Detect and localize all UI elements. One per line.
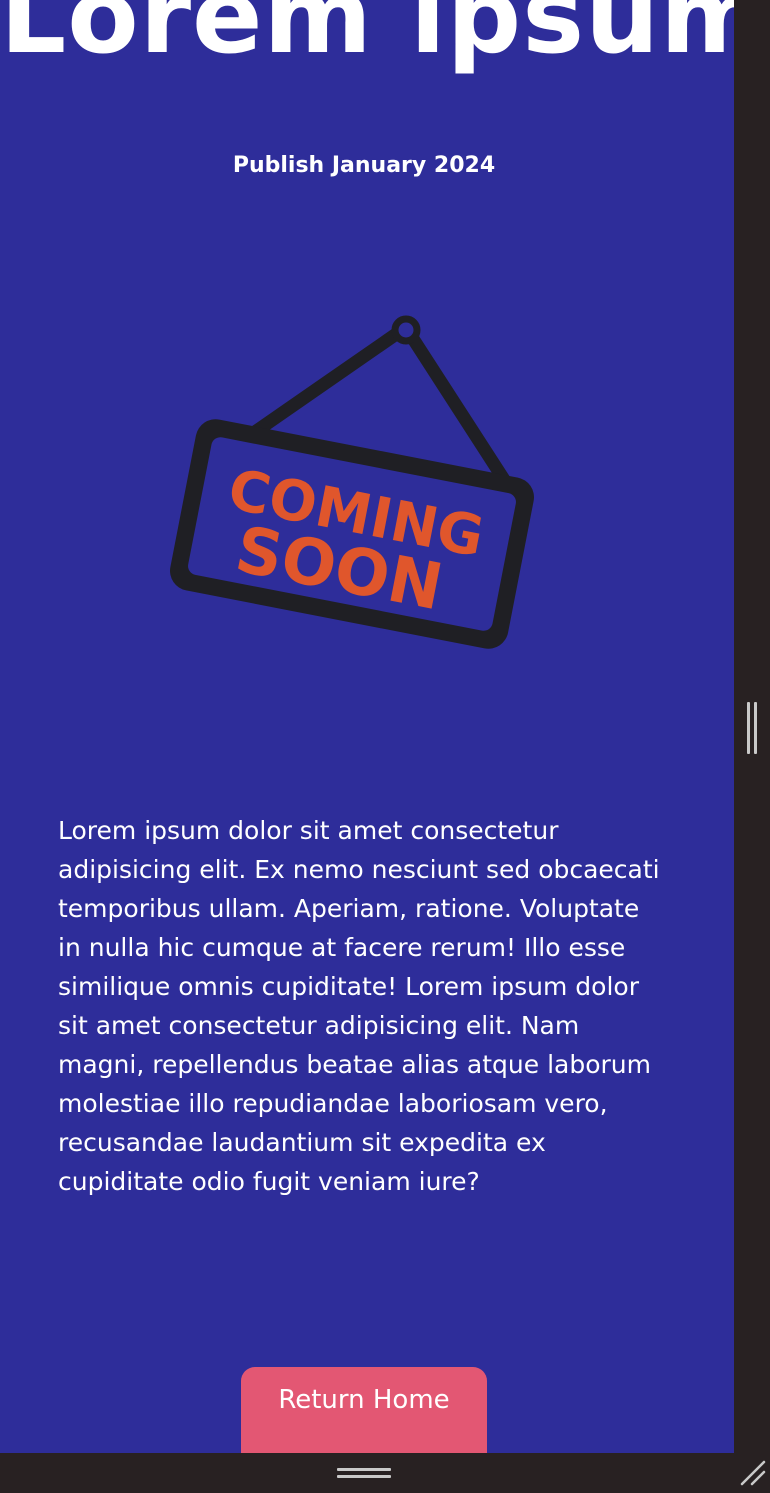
vertical-scroll-grip-icon[interactable] (745, 702, 759, 754)
resize-grip-icon[interactable] (738, 1458, 768, 1488)
grip-line (337, 1468, 391, 1471)
grip-line (754, 702, 757, 754)
page-viewport: Lorem ipsum Publish January 2024 COMING … (0, 0, 734, 1453)
content-paragraph: Lorem ipsum dolor sit amet consectetur a… (58, 816, 660, 1196)
page-title: Lorem ipsum (0, 0, 734, 77)
grip-line (337, 1475, 391, 1478)
horizontal-scroll-grip-icon[interactable] (337, 1467, 391, 1479)
return-home-button[interactable]: Return Home (241, 1367, 487, 1453)
publish-date: Publish January 2024 (232, 153, 496, 178)
coming-soon-sign-illustration: COMING SOON (170, 315, 534, 649)
grip-line (747, 702, 750, 754)
